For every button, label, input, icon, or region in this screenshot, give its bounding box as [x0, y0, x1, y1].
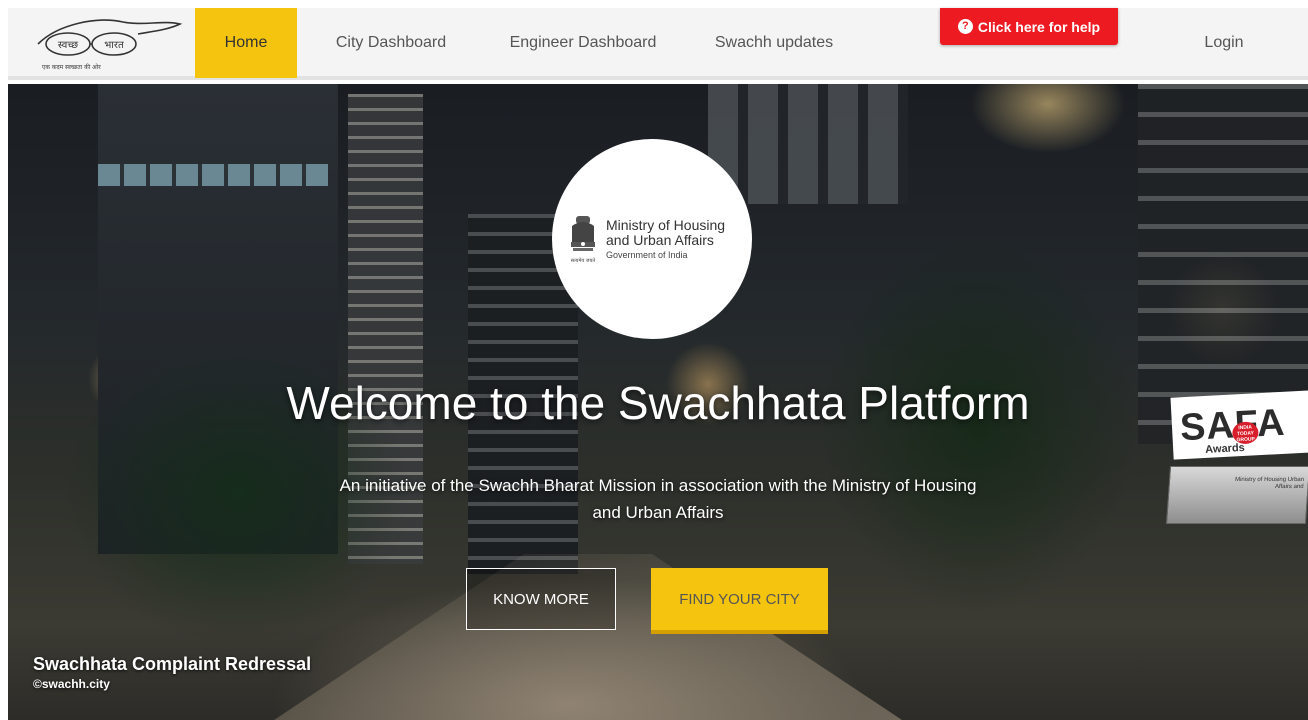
nav-engineer-dashboard[interactable]: Engineer Dashboard [488, 8, 678, 78]
logo-tagline: एक कदम स्वच्छता की ओर [42, 63, 101, 71]
ministry-government: Government of India [606, 250, 688, 260]
help-button-label: Click here for help [977, 18, 1101, 35]
watermark-title: Swachhata Complaint Redressal [33, 654, 312, 674]
safa-award-image: Ministry of Housing Urban Affairs and SA… [1165, 344, 1308, 534]
nav-swachh-updates[interactable]: Swachh updates [700, 8, 848, 78]
top-navbar: स्वच्छ भारत एक कदम स्वच्छता की ओर Home C… [8, 8, 1308, 80]
award-card: SAFA Awards INDIA TODAY GROUP [1170, 390, 1308, 460]
find-your-city-button[interactable]: FIND YOUR CITY [651, 568, 828, 630]
award-plaque-text: Ministry of Housing Urban Affairs and [1234, 477, 1305, 490]
emblem-motto: सत्यमेव जयते [571, 257, 596, 264]
logo-left-text: स्वच्छ [58, 40, 78, 51]
help-button[interactable]: ? Click here for help [940, 8, 1118, 45]
logo-right-text: भारत [104, 40, 124, 51]
ministry-logo: सत्यमेव जयते Ministry of Housing and Urb… [552, 139, 752, 339]
hero-subtitle: An initiative of the Swachh Bharat Missi… [339, 476, 977, 522]
nav-city-dashboard[interactable]: City Dashboard [316, 8, 466, 78]
award-badge: INDIA TODAY GROUP [1231, 421, 1259, 445]
swachh-bharat-logo[interactable]: स्वच्छ भारत एक कदम स्वच्छता की ओर [28, 14, 188, 74]
question-icon: ? [957, 19, 973, 34]
award-subtitle: Awards [1204, 441, 1246, 456]
national-emblem-icon: सत्यमेव जयते [571, 216, 596, 264]
know-more-button[interactable]: KNOW MORE [466, 568, 616, 630]
ministry-name: Ministry of Housing and Urban Affairs [606, 217, 726, 248]
hero-banner: सत्यमेव जयते Ministry of Housing and Urb… [8, 84, 1308, 720]
nav-home[interactable]: Home [195, 8, 297, 78]
watermark-credit: ©swachh.city [33, 677, 110, 691]
login-link[interactable]: Login [1184, 8, 1264, 78]
hero-title: Welcome to the Swachhata Platform [286, 377, 1030, 429]
award-plaque: Ministry of Housing Urban Affairs and [1165, 466, 1308, 524]
